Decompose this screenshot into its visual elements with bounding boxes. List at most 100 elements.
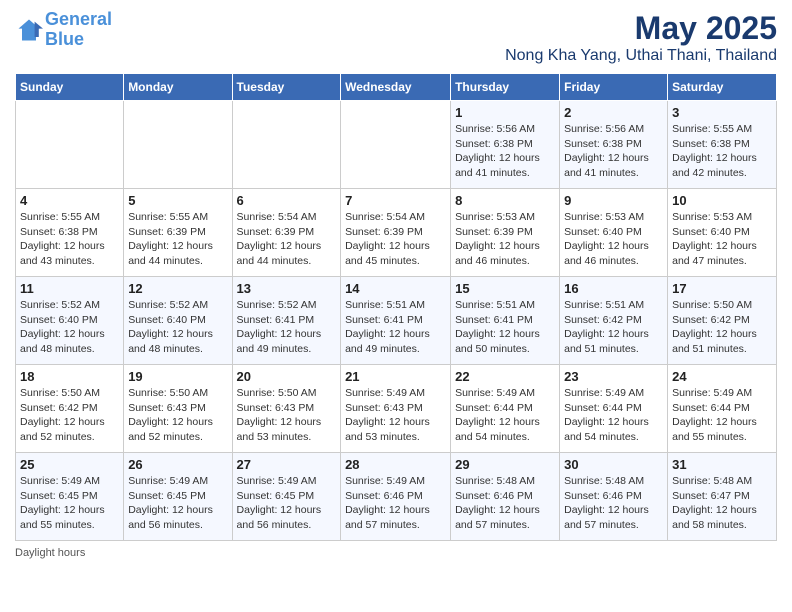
day-info: Sunrise: 5:52 AM Sunset: 6:40 PM Dayligh… <box>128 298 227 357</box>
day-number: 17 <box>672 281 772 296</box>
day-number: 19 <box>128 369 227 384</box>
day-number: 9 <box>564 193 663 208</box>
day-info: Sunrise: 5:49 AM Sunset: 6:44 PM Dayligh… <box>564 386 663 445</box>
calendar-cell: 28 Sunrise: 5:49 AM Sunset: 6:46 PM Dayli… <box>341 453 451 541</box>
day-number: 3 <box>672 105 772 120</box>
logo: General Blue <box>15 10 112 50</box>
title-block: May 2025 Nong Kha Yang, Uthai Thani, Tha… <box>505 10 777 65</box>
calendar-cell: 30 Sunrise: 5:48 AM Sunset: 6:46 PM Dayli… <box>560 453 668 541</box>
day-info: Sunrise: 5:52 AM Sunset: 6:40 PM Dayligh… <box>20 298 119 357</box>
calendar-table: SundayMondayTuesdayWednesdayThursdayFrid… <box>15 73 777 541</box>
day-info: Sunrise: 5:50 AM Sunset: 6:43 PM Dayligh… <box>128 386 227 445</box>
day-info: Sunrise: 5:51 AM Sunset: 6:41 PM Dayligh… <box>345 298 446 357</box>
calendar-week-row: 1Sunrise: 5:56 AM Sunset: 6:38 PM Daylig… <box>16 101 777 189</box>
day-info: Sunrise: 5:53 AM Sunset: 6:39 PM Dayligh… <box>455 210 555 269</box>
calendar-cell: 20Sunrise: 5:50 AM Sunset: 6:43 PM Dayli… <box>232 365 341 453</box>
day-number: 7 <box>345 193 446 208</box>
calendar-cell: 31Sunrise: 5:48 AM Sunset: 6:47 PM Dayli… <box>668 453 777 541</box>
day-info: Sunrise: 5:55 AM Sunset: 6:38 PM Dayligh… <box>20 210 119 269</box>
calendar-cell: 29 Sunrise: 5:48 AM Sunset: 6:46 PM Dayli… <box>451 453 560 541</box>
calendar-cell: 6 Sunrise: 5:54 AM Sunset: 6:39 PM Daylig… <box>232 189 341 277</box>
day-number: 14 <box>345 281 446 296</box>
calendar-header-cell: Friday <box>560 74 668 101</box>
day-info: Sunrise: 5:54 AM Sunset: 6:39 PM Dayligh… <box>345 210 446 269</box>
day-number: 10 <box>672 193 772 208</box>
day-info: Sunrise: 5:54 AM Sunset: 6:39 PM Dayligh… <box>237 210 337 269</box>
calendar-cell <box>341 101 451 189</box>
day-info: Sunrise: 5:48 AM Sunset: 6:46 PM Dayligh… <box>564 474 663 533</box>
calendar-cell: 19 Sunrise: 5:50 AM Sunset: 6:43 PM Dayli… <box>124 365 232 453</box>
day-number: 5 <box>128 193 227 208</box>
day-info: Sunrise: 5:49 AM Sunset: 6:44 PM Dayligh… <box>672 386 772 445</box>
day-number: 11 <box>20 281 119 296</box>
day-number: 4 <box>20 193 119 208</box>
calendar-cell: 5 Sunrise: 5:55 AM Sunset: 6:39 PM Daylig… <box>124 189 232 277</box>
day-info: Sunrise: 5:52 AM Sunset: 6:41 PM Dayligh… <box>237 298 337 357</box>
calendar-cell: 15Sunrise: 5:51 AM Sunset: 6:41 PM Dayli… <box>451 277 560 365</box>
day-number: 20 <box>237 369 337 384</box>
page-subtitle: Nong Kha Yang, Uthai Thani, Thailand <box>505 47 777 65</box>
calendar-cell: 27Sunrise: 5:49 AM Sunset: 6:45 PM Dayli… <box>232 453 341 541</box>
calendar-header-cell: Thursday <box>451 74 560 101</box>
day-number: 25 <box>20 457 119 472</box>
calendar-cell: 3 Sunrise: 5:55 AM Sunset: 6:38 PM Daylig… <box>668 101 777 189</box>
calendar-cell: 16 Sunrise: 5:51 AM Sunset: 6:42 PM Dayli… <box>560 277 668 365</box>
calendar-cell: 17 Sunrise: 5:50 AM Sunset: 6:42 PM Dayli… <box>668 277 777 365</box>
calendar-cell: 11 Sunrise: 5:52 AM Sunset: 6:40 PM Dayli… <box>16 277 124 365</box>
day-number: 6 <box>237 193 337 208</box>
calendar-cell: 22Sunrise: 5:49 AM Sunset: 6:44 PM Dayli… <box>451 365 560 453</box>
calendar-cell: 1Sunrise: 5:56 AM Sunset: 6:38 PM Daylig… <box>451 101 560 189</box>
calendar-week-row: 4 Sunrise: 5:55 AM Sunset: 6:38 PM Daylig… <box>16 189 777 277</box>
calendar-header-row: SundayMondayTuesdayWednesdayThursdayFrid… <box>16 74 777 101</box>
day-info: Sunrise: 5:53 AM Sunset: 6:40 PM Dayligh… <box>672 210 772 269</box>
day-number: 18 <box>20 369 119 384</box>
day-info: Sunrise: 5:51 AM Sunset: 6:42 PM Dayligh… <box>564 298 663 357</box>
calendar-week-row: 18Sunrise: 5:50 AM Sunset: 6:42 PM Dayli… <box>16 365 777 453</box>
day-info: Sunrise: 5:49 AM Sunset: 6:45 PM Dayligh… <box>128 474 227 533</box>
calendar-header-cell: Sunday <box>16 74 124 101</box>
calendar-cell: 23 Sunrise: 5:49 AM Sunset: 6:44 PM Dayli… <box>560 365 668 453</box>
calendar-week-row: 11 Sunrise: 5:52 AM Sunset: 6:40 PM Dayli… <box>16 277 777 365</box>
day-number: 28 <box>345 457 446 472</box>
day-number: 29 <box>455 457 555 472</box>
day-info: Sunrise: 5:55 AM Sunset: 6:38 PM Dayligh… <box>672 122 772 181</box>
calendar-cell: 4 Sunrise: 5:55 AM Sunset: 6:38 PM Daylig… <box>16 189 124 277</box>
calendar-cell: 8 Sunrise: 5:53 AM Sunset: 6:39 PM Daylig… <box>451 189 560 277</box>
logo-icon <box>15 16 43 44</box>
day-number: 8 <box>455 193 555 208</box>
day-info: Sunrise: 5:50 AM Sunset: 6:42 PM Dayligh… <box>672 298 772 357</box>
day-number: 23 <box>564 369 663 384</box>
calendar-cell <box>232 101 341 189</box>
day-info: Sunrise: 5:55 AM Sunset: 6:39 PM Dayligh… <box>128 210 227 269</box>
day-info: Sunrise: 5:49 AM Sunset: 6:45 PM Dayligh… <box>237 474 337 533</box>
calendar-cell <box>16 101 124 189</box>
day-number: 24 <box>672 369 772 384</box>
calendar-header-cell: Monday <box>124 74 232 101</box>
calendar-cell: 12Sunrise: 5:52 AM Sunset: 6:40 PM Dayli… <box>124 277 232 365</box>
day-info: Sunrise: 5:49 AM Sunset: 6:45 PM Dayligh… <box>20 474 119 533</box>
calendar-cell: 26Sunrise: 5:49 AM Sunset: 6:45 PM Dayli… <box>124 453 232 541</box>
day-number: 2 <box>564 105 663 120</box>
page-header: General Blue May 2025 Nong Kha Yang, Uth… <box>15 10 777 65</box>
day-info: Sunrise: 5:49 AM Sunset: 6:43 PM Dayligh… <box>345 386 446 445</box>
day-info: Sunrise: 5:49 AM Sunset: 6:46 PM Dayligh… <box>345 474 446 533</box>
calendar-cell: 21 Sunrise: 5:49 AM Sunset: 6:43 PM Dayli… <box>341 365 451 453</box>
day-number: 16 <box>564 281 663 296</box>
day-info: Sunrise: 5:48 AM Sunset: 6:47 PM Dayligh… <box>672 474 772 533</box>
calendar-cell: 24 Sunrise: 5:49 AM Sunset: 6:44 PM Dayli… <box>668 365 777 453</box>
calendar-header-cell: Tuesday <box>232 74 341 101</box>
calendar-header-cell: Saturday <box>668 74 777 101</box>
day-number: 21 <box>345 369 446 384</box>
day-number: 22 <box>455 369 555 384</box>
logo-text: General Blue <box>45 10 112 50</box>
day-number: 30 <box>564 457 663 472</box>
footer-text: Daylight hours <box>15 547 85 559</box>
day-info: Sunrise: 5:51 AM Sunset: 6:41 PM Dayligh… <box>455 298 555 357</box>
calendar-cell: 9Sunrise: 5:53 AM Sunset: 6:40 PM Daylig… <box>560 189 668 277</box>
day-info: Sunrise: 5:48 AM Sunset: 6:46 PM Dayligh… <box>455 474 555 533</box>
day-info: Sunrise: 5:56 AM Sunset: 6:38 PM Dayligh… <box>564 122 663 181</box>
calendar-cell: 7 Sunrise: 5:54 AM Sunset: 6:39 PM Daylig… <box>341 189 451 277</box>
calendar-cell: 10 Sunrise: 5:53 AM Sunset: 6:40 PM Dayli… <box>668 189 777 277</box>
day-info: Sunrise: 5:56 AM Sunset: 6:38 PM Dayligh… <box>455 122 555 181</box>
calendar-week-row: 25 Sunrise: 5:49 AM Sunset: 6:45 PM Dayli… <box>16 453 777 541</box>
